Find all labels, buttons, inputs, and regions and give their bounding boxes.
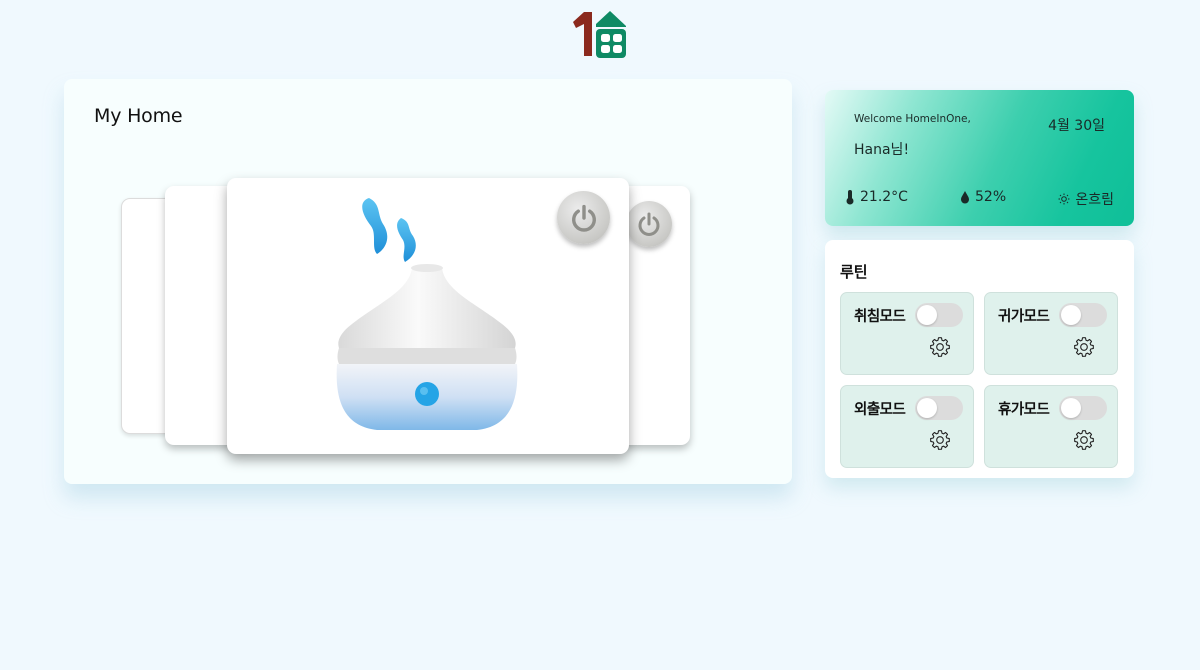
temperature-stat: 21.2°C [845, 189, 908, 205]
mode-label: 외출모드 [854, 402, 906, 418]
temperature-value: 21.2°C [860, 189, 908, 205]
mode-toggle[interactable] [915, 303, 963, 327]
toggle-knob [917, 305, 937, 325]
mode-label: 귀가모드 [998, 309, 1050, 325]
droplet-icon [961, 191, 969, 204]
routine-mode-card: 휴가모드 [984, 385, 1118, 468]
gear-icon[interactable] [1073, 429, 1095, 451]
power-button[interactable] [626, 201, 672, 247]
thermometer-icon [846, 190, 854, 205]
gear-icon[interactable] [929, 336, 951, 358]
welcome-greeting: Welcome HomeInOne, [854, 113, 971, 125]
mode-toggle[interactable] [1059, 303, 1107, 327]
power-button[interactable] [557, 191, 610, 244]
routine-mode-card: 외출모드 [840, 385, 974, 468]
gear-icon[interactable] [929, 429, 951, 451]
sun-icon [1058, 193, 1070, 205]
power-icon [638, 212, 660, 236]
welcome-card: Welcome HomeInOne, 4월 30일 Hana님! 21.2°C … [825, 90, 1134, 226]
humidifier-icon [327, 196, 527, 436]
humidity-value: 52% [975, 189, 1007, 205]
routine-panel: 루틴 취침모드 귀가모드 외출모드 휴가모드 [825, 240, 1134, 478]
gear-icon[interactable] [1073, 336, 1095, 358]
weather-stat: 온흐림 [1058, 189, 1114, 209]
user-name: Hana님! [854, 142, 910, 158]
my-home-panel: My Home [64, 79, 792, 484]
routine-mode-card: 귀가모드 [984, 292, 1118, 375]
current-date: 4월 30일 [1048, 118, 1105, 134]
weather-value: 온흐림 [1075, 192, 1114, 208]
routine-title: 루틴 [840, 263, 868, 281]
device-card-active[interactable] [227, 178, 629, 454]
homeinone-logo-icon [573, 11, 626, 58]
app-logo[interactable] [570, 8, 628, 60]
mode-toggle[interactable] [915, 396, 963, 420]
my-home-title: My Home [94, 105, 183, 127]
mode-toggle[interactable] [1059, 396, 1107, 420]
toggle-knob [1061, 305, 1081, 325]
toggle-knob [917, 398, 937, 418]
toggle-knob [1061, 398, 1081, 418]
mode-label: 휴가모드 [998, 402, 1050, 418]
routine-mode-card: 취침모드 [840, 292, 974, 375]
humidity-stat: 52% [960, 189, 1006, 205]
mode-label: 취침모드 [854, 309, 906, 325]
power-icon [571, 204, 596, 232]
